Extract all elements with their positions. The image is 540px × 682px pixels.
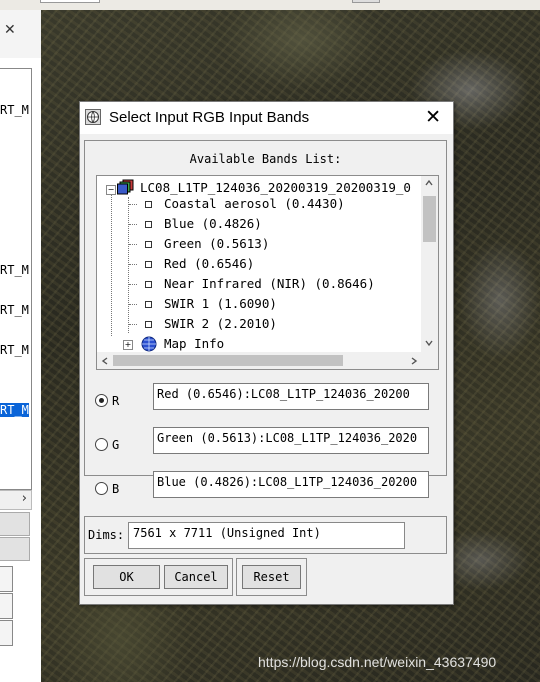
close-icon[interactable]: ✕ [425,106,441,128]
chevron-up-icon[interactable] [424,178,434,188]
button-row: OK Cancel Reset [84,558,447,598]
ok-button[interactable]: OK [93,565,160,589]
band-icon [145,301,152,308]
radio-b-label[interactable]: B [112,482,119,496]
tree-band-item[interactable]: Coastal aerosol (0.4430) [164,196,345,211]
chevron-down-icon[interactable] [424,338,434,348]
top-window-strip [0,0,540,10]
collapse-icon[interactable]: − [106,185,116,195]
cancel-button[interactable]: Cancel [164,565,228,589]
horizontal-scrollbar[interactable]: › [0,490,32,510]
band-icon [145,221,152,228]
radio-g-label[interactable]: G [112,438,119,452]
tree-connector [129,304,137,305]
band-icon [145,281,152,288]
ok-cancel-group: OK Cancel [84,558,233,596]
blue-band-field[interactable]: Blue (0.4826):LC08_L1TP_124036_20200 [153,471,429,498]
horizontal-scrollbar[interactable] [97,352,423,369]
dims-value: 7561 x 7711 (Unsigned Int) [128,522,405,549]
vertical-scrollbar[interactable] [421,176,438,352]
watermark-text: https://blog.csdn.net/weixin_43637490 [258,654,497,670]
tree-connector [129,264,137,265]
app-globe-icon [85,109,101,125]
background-field[interactable] [0,593,13,619]
top-strip-button[interactable] [40,0,100,3]
file-stack-icon [117,179,134,195]
list-item[interactable]: RT_M [0,103,29,117]
dims-label: Dims: [88,528,125,542]
tree-band-item[interactable]: Near Infrared (NIR) (0.8646) [164,276,375,291]
band-icon [145,321,152,328]
tree-connector [129,244,137,245]
select-rgb-bands-dialog: Select Input RGB Input Bands ✕ Available… [79,101,454,605]
expand-icon[interactable]: + [123,340,133,350]
close-icon[interactable]: ✕ [4,22,16,38]
background-button[interactable] [0,512,30,536]
list-item[interactable]: RT_M [0,263,29,277]
tree-band-item[interactable]: SWIR 2 (2.2010) [164,316,277,331]
radio-b[interactable] [95,482,108,495]
tree-band-item[interactable]: Red (0.6546) [164,256,254,271]
tree-connector [129,204,137,205]
band-icon [145,261,152,268]
tree-root-file[interactable]: LC08_L1TP_124036_20200319_20200319_0 [140,180,411,195]
tree-map-info[interactable]: Map Info [164,336,224,351]
background-band-list[interactable]: RT_M RT_M RT_M RT_M RT_M [0,68,32,490]
bands-tree[interactable]: − LC08_L1TP_124036_20200319_20200319_0 C… [96,175,439,370]
list-item-selected[interactable]: RT_M [0,403,29,417]
globe-icon [141,336,157,352]
background-button[interactable] [0,537,30,561]
reset-button[interactable]: Reset [242,565,301,589]
reset-group: Reset [236,558,307,596]
tree-band-item[interactable]: SWIR 1 (1.6090) [164,296,277,311]
tree-connector [129,324,137,325]
band-icon [145,201,152,208]
background-window: ✕ RT_M RT_M RT_M RT_M RT_M › [0,10,41,682]
dialog-title: Select Input RGB Input Bands [109,109,310,126]
scrollbar-corner [421,352,438,369]
red-band-field[interactable]: Red (0.6546):LC08_L1TP_124036_20200 [153,383,429,410]
radio-g[interactable] [95,438,108,451]
tree-connector [111,190,112,336]
tree-band-item[interactable]: Green (0.5613) [164,236,269,251]
top-strip-button[interactable] [352,0,380,3]
available-bands-label: Available Bands List: [189,152,342,166]
dialog-titlebar: Select Input RGB Input Bands ✕ [80,102,453,134]
list-item[interactable]: RT_M [0,343,29,357]
tree-connector [129,224,137,225]
green-band-field[interactable]: Green (0.5613):LC08_L1TP_124036_2020 [153,427,429,454]
chevron-left-icon[interactable] [100,356,110,366]
scrollbar-thumb[interactable] [113,355,343,366]
radio-r-label[interactable]: R [112,394,119,408]
band-icon [145,241,152,248]
tree-connector [128,197,129,333]
radio-r[interactable] [95,394,108,407]
tree-connector [129,284,137,285]
chevron-right-icon[interactable]: › [22,491,27,506]
background-window-titlebar: ✕ [0,10,41,58]
list-item[interactable]: RT_M [0,303,29,317]
scrollbar-thumb[interactable] [423,196,436,242]
dims-panel: Dims: 7561 x 7711 (Unsigned Int) [84,516,447,554]
background-field[interactable] [0,566,13,592]
tree-band-item[interactable]: Blue (0.4826) [164,216,262,231]
bands-panel: Available Bands List: − LC08_L1TP_124036… [84,140,447,476]
chevron-right-icon[interactable] [409,356,419,366]
background-field[interactable] [0,620,13,646]
